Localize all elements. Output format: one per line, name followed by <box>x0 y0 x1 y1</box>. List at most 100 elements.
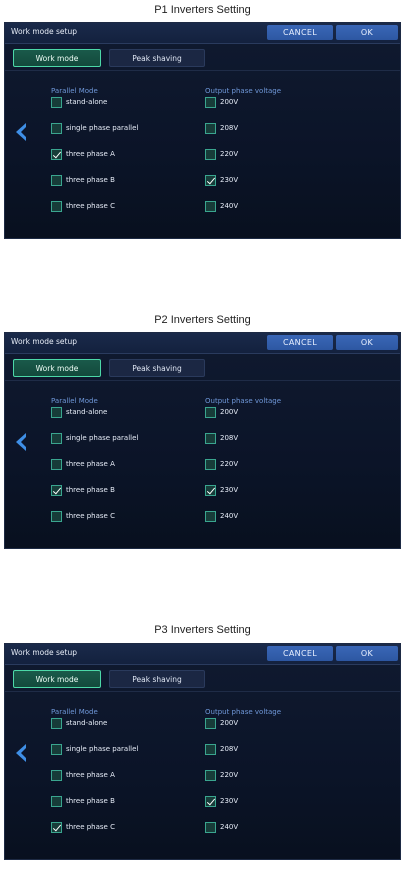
checkbox[interactable] <box>51 770 62 781</box>
checkmark-icon <box>206 175 216 185</box>
voltage-header: Output phase voltage <box>205 708 282 716</box>
checkmark-icon <box>206 485 216 495</box>
checkbox[interactable] <box>51 511 62 522</box>
checkbox[interactable] <box>51 407 62 418</box>
checkbox[interactable] <box>51 175 62 186</box>
checkbox-checked[interactable] <box>205 175 216 186</box>
checkbox[interactable] <box>51 718 62 729</box>
checkbox[interactable] <box>51 796 62 807</box>
divider <box>5 691 400 692</box>
panel-title: Work mode setup <box>11 648 78 657</box>
ok-button[interactable]: OK <box>336 646 398 661</box>
section-title-p2: P2 Inverters Setting <box>154 314 251 326</box>
option-label: three phase C <box>66 512 115 520</box>
checkbox[interactable] <box>205 459 216 470</box>
option-label: three phase B <box>66 797 115 805</box>
cancel-button[interactable]: CANCEL <box>267 335 333 350</box>
work-mode-panel-p2: Work mode setup CANCEL OK Work mode Peak… <box>4 332 401 549</box>
option-label: stand-alone <box>66 719 108 727</box>
checkbox[interactable] <box>205 718 216 729</box>
top-bar: Work mode setup CANCEL OK <box>5 23 400 44</box>
parallel-mode-header: Parallel Mode <box>51 87 98 95</box>
checkbox[interactable] <box>51 123 62 134</box>
voltage-header: Output phase voltage <box>205 87 282 95</box>
work-mode-panel-p1: Work mode setup CANCEL OK Work mode Peak… <box>4 22 401 239</box>
checkbox[interactable] <box>51 459 62 470</box>
checkmark-icon <box>206 796 216 806</box>
option-label: three phase C <box>66 202 115 210</box>
tab-work-mode[interactable]: Work mode <box>13 49 101 67</box>
top-bar: Work mode setup CANCEL OK <box>5 333 400 354</box>
option-label: single phase parallel <box>66 124 139 132</box>
divider <box>5 70 400 71</box>
checkbox-checked[interactable] <box>205 485 216 496</box>
tab-peak-shaving[interactable]: Peak shaving <box>109 49 205 67</box>
top-bar: Work mode setup CANCEL OK <box>5 644 400 665</box>
checkbox[interactable] <box>51 97 62 108</box>
checkbox[interactable] <box>205 744 216 755</box>
checkbox[interactable] <box>205 433 216 444</box>
checkbox-checked[interactable] <box>51 822 62 833</box>
panel-title: Work mode setup <box>11 337 78 346</box>
chevron-left-icon[interactable] <box>15 744 27 762</box>
option-label: 230V <box>220 176 239 184</box>
option-label: 208V <box>220 434 239 442</box>
checkbox[interactable] <box>205 822 216 833</box>
checkbox[interactable] <box>51 201 62 212</box>
option-label: stand-alone <box>66 408 108 416</box>
tab-peak-shaving[interactable]: Peak shaving <box>109 670 205 688</box>
option-label: three phase B <box>66 486 115 494</box>
checkbox[interactable] <box>51 744 62 755</box>
option-label: 200V <box>220 98 239 106</box>
checkmark-icon <box>52 149 62 159</box>
checkbox-checked[interactable] <box>51 485 62 496</box>
option-label: three phase A <box>66 150 115 158</box>
option-label: 208V <box>220 745 239 753</box>
ok-button[interactable]: OK <box>336 335 398 350</box>
option-label: stand-alone <box>66 98 108 106</box>
checkbox[interactable] <box>205 770 216 781</box>
option-label: three phase A <box>66 771 115 779</box>
work-mode-panel-p3: Work mode setup CANCEL OK Work mode Peak… <box>4 643 401 860</box>
option-label: 200V <box>220 408 239 416</box>
option-label: 220V <box>220 460 239 468</box>
cancel-button[interactable]: CANCEL <box>267 646 333 661</box>
tab-work-mode[interactable]: Work mode <box>13 359 101 377</box>
parallel-mode-header: Parallel Mode <box>51 397 98 405</box>
option-label: single phase parallel <box>66 745 139 753</box>
option-label: 220V <box>220 150 239 158</box>
checkbox-checked[interactable] <box>205 796 216 807</box>
checkmark-icon <box>52 485 62 495</box>
checkbox[interactable] <box>205 97 216 108</box>
divider <box>5 380 400 381</box>
option-label: 240V <box>220 202 239 210</box>
chevron-left-icon[interactable] <box>15 123 27 141</box>
option-label: 208V <box>220 124 239 132</box>
option-label: 230V <box>220 797 239 805</box>
option-label: 230V <box>220 486 239 494</box>
chevron-left-icon[interactable] <box>15 433 27 451</box>
checkbox[interactable] <box>205 123 216 134</box>
checkbox[interactable] <box>205 201 216 212</box>
option-label: 220V <box>220 771 239 779</box>
tab-work-mode[interactable]: Work mode <box>13 670 101 688</box>
checkbox[interactable] <box>205 511 216 522</box>
option-label: three phase B <box>66 176 115 184</box>
option-label: 240V <box>220 823 239 831</box>
voltage-header: Output phase voltage <box>205 397 282 405</box>
parallel-mode-header: Parallel Mode <box>51 708 98 716</box>
ok-button[interactable]: OK <box>336 25 398 40</box>
checkbox[interactable] <box>51 433 62 444</box>
checkbox[interactable] <box>205 407 216 418</box>
option-label: three phase C <box>66 823 115 831</box>
tab-peak-shaving[interactable]: Peak shaving <box>109 359 205 377</box>
section-title-p1: P1 Inverters Setting <box>154 4 251 16</box>
option-label: single phase parallel <box>66 434 139 442</box>
option-label: 200V <box>220 719 239 727</box>
checkbox-checked[interactable] <box>51 149 62 160</box>
panel-title: Work mode setup <box>11 27 78 36</box>
checkbox[interactable] <box>205 149 216 160</box>
section-title-p3: P3 Inverters Setting <box>154 624 251 636</box>
option-label: three phase A <box>66 460 115 468</box>
cancel-button[interactable]: CANCEL <box>267 25 333 40</box>
